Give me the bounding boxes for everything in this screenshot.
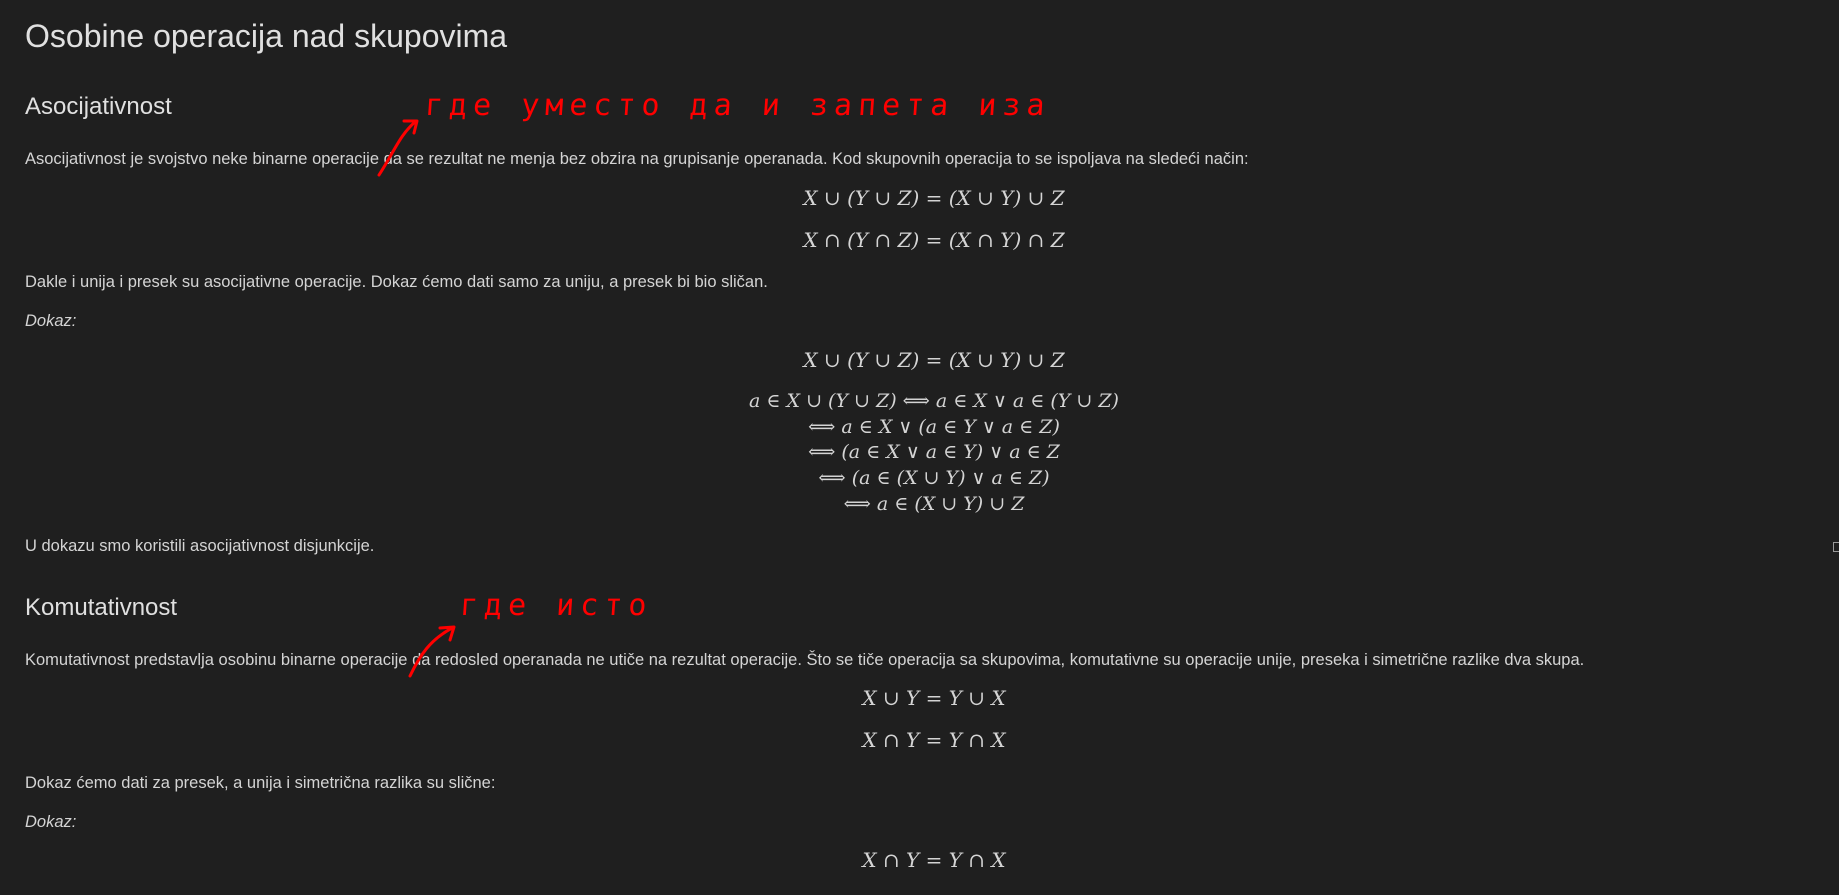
asoc-proof-step: ⟺ (a ∈ (X ∪ Y) ∨ a ∈ Z) bbox=[818, 467, 1050, 489]
kom-proof-equation: X ∩ Y = Y ∩ X bbox=[862, 848, 1006, 872]
asoc-proof-label: Dokaz: bbox=[25, 312, 77, 330]
asoc-union-equation: X ∪ (Y ∪ Z) = (X ∪ Y) ∪ Z bbox=[803, 186, 1065, 210]
asoc-proof-step: a ∈ X ∪ (Y ∪ Z) ⟺ a ∈ X ∨ a ∈ (Y ∪ Z) bbox=[749, 390, 1119, 412]
asoc-proof-step: ⟺ a ∈ (X ∪ Y) ∪ Z bbox=[843, 493, 1025, 515]
asoc-intro-paragraph: Asocijativnost je svojstvo neke binarne … bbox=[25, 150, 1249, 168]
kom-union-equation: X ∪ Y = Y ∪ X bbox=[862, 686, 1006, 710]
asoc-proof-equation: X ∪ (Y ∪ Z) = (X ∪ Y) ∪ Z bbox=[803, 348, 1065, 372]
kom-intro-paragraph: Komutativnost predstavlja osobinu binarn… bbox=[25, 651, 1585, 669]
asoc-remark-paragraph: Dakle i unija i presek su asocijativne o… bbox=[25, 273, 768, 291]
heading-komutativnost: Komutativnost bbox=[25, 594, 178, 621]
heading-asocijativnost: Asocijativnost bbox=[25, 93, 172, 120]
annotation-note-kom: где исто bbox=[458, 588, 654, 623]
kom-intersection-equation: X ∩ Y = Y ∩ X bbox=[862, 728, 1006, 752]
asoc-proof-step: ⟺ a ∈ X ∨ (a ∈ Y ∨ a ∈ Z) bbox=[808, 416, 1060, 438]
asoc-conclusion-paragraph: U dokazu smo koristili asocijativnost di… bbox=[25, 537, 375, 555]
scroll-edge-handle[interactable] bbox=[1833, 542, 1839, 552]
asoc-intersection-equation: X ∩ (Y ∩ Z) = (X ∩ Y) ∩ Z bbox=[803, 228, 1065, 252]
asoc-proof-step: ⟺ (a ∈ X ∨ a ∈ Y) ∨ a ∈ Z bbox=[808, 441, 1060, 463]
annotation-note-asoc: где уместо да и запета иза bbox=[423, 88, 1052, 123]
kom-remark-paragraph: Dokaz ćemo dati za presek, a unija i sim… bbox=[25, 774, 496, 792]
page-title: Osobine operacija nad skupovima bbox=[25, 18, 508, 54]
kom-proof-label: Dokaz: bbox=[25, 813, 77, 831]
